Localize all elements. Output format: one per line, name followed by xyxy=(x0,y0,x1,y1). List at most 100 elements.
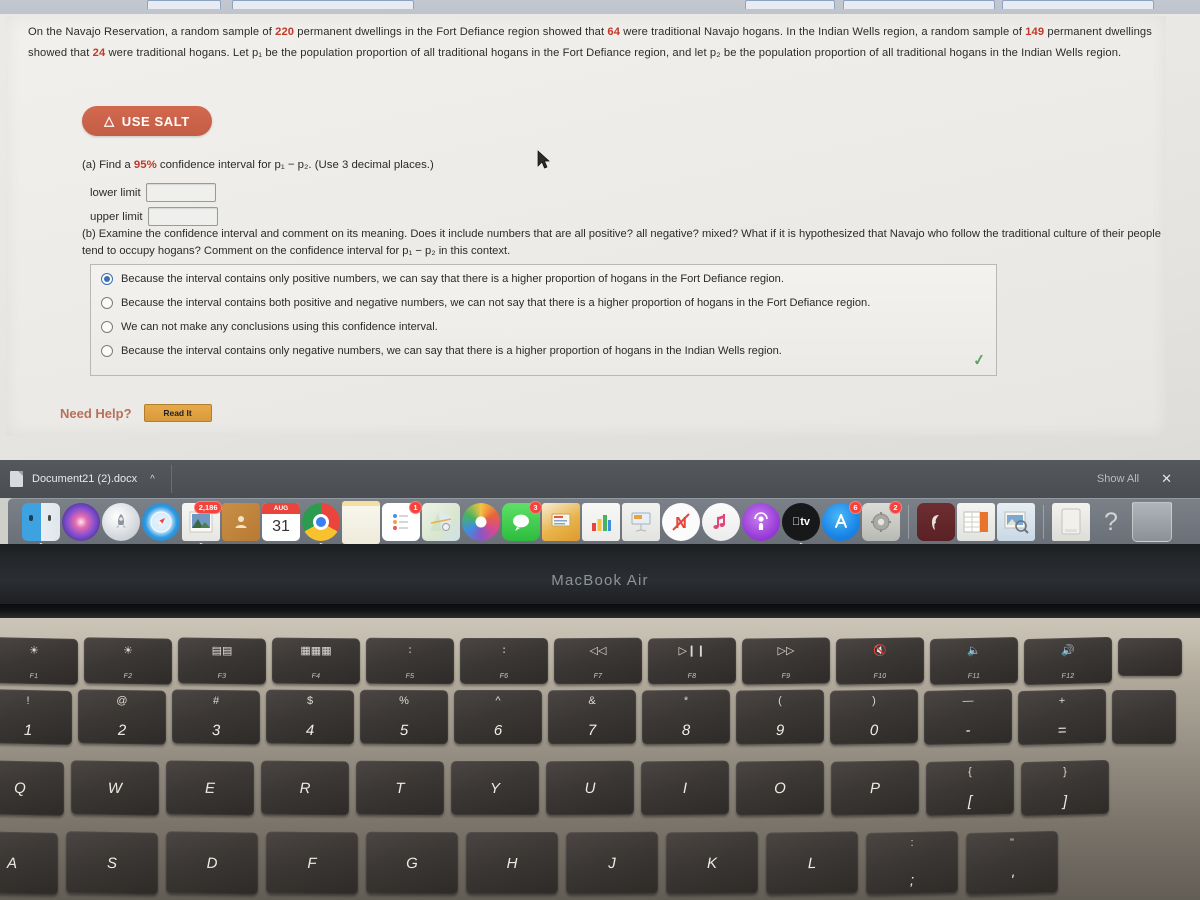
dock-item-finder[interactable] xyxy=(22,503,60,546)
dock-item-podcasts[interactable] xyxy=(742,503,780,541)
dock-item-apple-tv[interactable]: tv xyxy=(782,503,820,546)
key-bracket-right[interactable]: }] xyxy=(1021,759,1109,817)
key-I[interactable]: I xyxy=(641,760,729,816)
key-E[interactable]: E xyxy=(166,760,254,816)
key-F7[interactable]: ◁◁ F7 xyxy=(554,637,642,685)
dock-item-app-store[interactable]: 6 xyxy=(822,501,862,541)
key-A[interactable]: A xyxy=(0,831,58,895)
key-6[interactable]: ^ 6 xyxy=(454,690,542,744)
dock-item-reminders[interactable]: 1 xyxy=(382,501,422,541)
dock-item-photos-app[interactable]: 2,186 xyxy=(182,501,222,546)
dock-item-launchpad[interactable] xyxy=(102,503,140,541)
option-row-4[interactable]: Because the interval contains only negat… xyxy=(101,345,782,357)
dock-item-flash-player[interactable] xyxy=(917,503,955,541)
key-F8[interactable]: ▷❙❙ F8 xyxy=(648,637,736,685)
lower-limit-input[interactable] xyxy=(145,183,216,202)
key-J[interactable]: J xyxy=(566,831,658,895)
key-D[interactable]: D xyxy=(166,831,258,895)
dock-item-news[interactable]: N xyxy=(662,503,700,541)
key-F12[interactable]: 🔊 F12 xyxy=(1024,636,1112,686)
key-7[interactable]: & 7 xyxy=(548,689,636,745)
show-all-button[interactable]: Show All xyxy=(1097,473,1139,485)
browser-tab[interactable] xyxy=(1002,0,1154,9)
key-bracket-left[interactable]: {[ xyxy=(926,760,1014,816)
key-quote[interactable]: " ' xyxy=(966,830,1058,896)
key-semicolon[interactable]: :; xyxy=(866,831,958,895)
key-O[interactable]: O xyxy=(736,760,824,816)
key-F11[interactable]: 🔈 F11 xyxy=(930,637,1018,685)
key-5[interactable]: % 5 xyxy=(360,689,448,745)
key-F6[interactable]: ∶ F6 xyxy=(460,638,548,684)
dock-item-siri[interactable] xyxy=(62,503,100,541)
close-icon[interactable]: ✕ xyxy=(1161,471,1172,487)
dock-item-documents-stack[interactable] xyxy=(1052,503,1090,541)
option-row-1[interactable]: Because the interval contains only posit… xyxy=(101,273,784,285)
dock-item-pages[interactable] xyxy=(622,503,660,541)
browser-tab[interactable] xyxy=(745,0,835,9)
radio-option-3[interactable] xyxy=(101,321,113,333)
checklist-icon xyxy=(393,514,408,530)
key-S[interactable]: S xyxy=(66,831,158,895)
dock-item-photos[interactable] xyxy=(462,503,500,541)
key-4[interactable]: $4 xyxy=(266,689,354,745)
key-G[interactable]: G xyxy=(366,831,458,895)
browser-tab[interactable] xyxy=(147,0,221,9)
option-row-3[interactable]: We can not make any conclusions using th… xyxy=(101,321,438,333)
key-8[interactable]: * 8 xyxy=(642,689,730,745)
option-row-2[interactable]: Because the interval contains both posit… xyxy=(101,297,870,309)
radio-option-1[interactable] xyxy=(101,273,113,285)
dock-item-numbers[interactable] xyxy=(582,503,620,541)
key-1[interactable]: ! 1 xyxy=(0,689,72,745)
dock-item-maps[interactable] xyxy=(422,503,460,541)
dock-item-help[interactable]: ? xyxy=(1092,503,1130,541)
key-Q[interactable]: Q xyxy=(0,760,64,816)
dock-item-messages[interactable]: 3 xyxy=(502,501,542,541)
dock-item-safari[interactable] xyxy=(142,503,180,541)
key-F5[interactable]: ∶ F5 xyxy=(366,637,454,685)
dock-item-chrome[interactable] xyxy=(302,503,340,546)
key-power[interactable] xyxy=(1118,638,1182,676)
dock-item-notes[interactable] xyxy=(342,500,380,544)
key-F1[interactable]: ☀ F1 xyxy=(0,637,78,685)
key-F2[interactable]: ☀ F2 xyxy=(84,637,172,685)
browser-tab[interactable] xyxy=(232,0,414,9)
dock-item-trash[interactable] xyxy=(1132,502,1172,542)
read-it-button[interactable]: Read It xyxy=(143,404,212,422)
chevron-up-icon[interactable]: ^ xyxy=(150,474,155,485)
dock-item-calendar[interactable]: AUG 31 xyxy=(262,503,300,541)
key-W[interactable]: W xyxy=(71,760,159,816)
key-F[interactable]: F xyxy=(266,831,358,895)
key-9[interactable]: (9 xyxy=(736,689,824,745)
browser-tab[interactable] xyxy=(843,0,995,9)
dock-item-music[interactable] xyxy=(702,503,740,541)
key-P[interactable]: P xyxy=(831,760,919,816)
upper-limit-input[interactable] xyxy=(147,207,218,226)
key-T[interactable]: T xyxy=(356,760,444,816)
dock-item-preview[interactable] xyxy=(997,503,1035,541)
dock-item-keynote[interactable] xyxy=(542,503,580,541)
dock-item-excel[interactable] xyxy=(957,503,995,541)
key-delete[interactable] xyxy=(1112,690,1176,744)
key-F3[interactable]: ▤▤ F3 xyxy=(178,637,266,685)
radio-option-4[interactable] xyxy=(101,345,113,357)
radio-option-2[interactable] xyxy=(101,297,113,309)
key-equal[interactable]: + = xyxy=(1018,688,1106,746)
key-F10[interactable]: 🔇 F10 xyxy=(836,637,924,685)
key-R[interactable]: R xyxy=(261,760,349,816)
key-2[interactable]: @2 xyxy=(78,689,166,745)
use-salt-button[interactable]: △ USE SALT xyxy=(82,106,212,136)
key-U[interactable]: U xyxy=(546,760,634,816)
key-L[interactable]: L xyxy=(766,831,858,895)
lower-limit-label: lower limit xyxy=(90,186,141,199)
key-minus[interactable]: — - xyxy=(924,689,1012,745)
key-H[interactable]: H xyxy=(466,832,558,894)
dock-item-system-preferences[interactable]: 2 xyxy=(862,501,902,541)
key-3[interactable]: #3 xyxy=(172,689,260,745)
download-item[interactable]: Document21 (2).docx ^ xyxy=(0,465,172,493)
key-0[interactable]: ) 0 xyxy=(830,689,918,745)
key-F9[interactable]: ▷▷ F9 xyxy=(742,637,830,685)
dock-item-contacts[interactable] xyxy=(222,503,260,541)
key-F4[interactable]: ▦▦▦ F4 xyxy=(272,637,360,685)
key-K[interactable]: K xyxy=(666,831,758,895)
key-Y[interactable]: Y xyxy=(451,761,539,815)
